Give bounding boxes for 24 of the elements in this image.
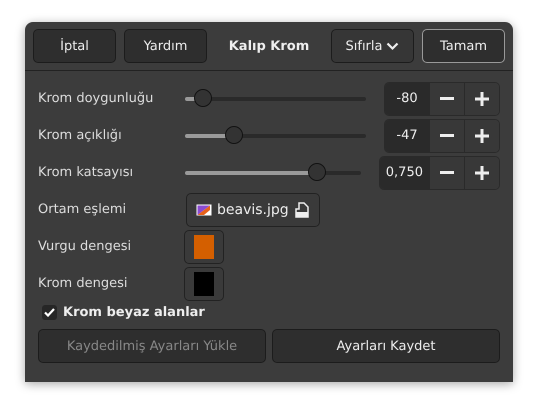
field-label: Krom katsayısı [38,165,134,180]
field-label: Krom dengesi [38,276,128,291]
ok-button[interactable]: Tamam [422,29,505,63]
field-label: Vurgu dengesi [38,239,132,254]
checkbox[interactable] [42,305,57,320]
slider-thumb[interactable] [194,88,212,106]
color-button[interactable] [184,230,224,264]
image-file-icon [196,204,212,216]
field-label: Krom açıklığı [38,128,123,143]
header-button[interactable]: Yardım [124,29,207,63]
chevron-down-icon [386,42,400,50]
dialog-title: Kalıp Krom [228,38,310,54]
header-button[interactable]: İptal [33,29,116,63]
slider-thumb[interactable] [224,126,243,144]
checkmark-icon [44,308,55,317]
slider-thumb[interactable] [308,162,326,180]
reset-dropdown[interactable]: Sıfırla [331,29,414,63]
field-label: Ortam eşlemi [38,202,128,217]
document-open-icon [294,202,310,218]
color-button[interactable] [184,266,224,300]
footer-button[interactable]: Ayarları Kaydet [272,329,500,363]
field-label: Krom doygunluğu [38,91,154,106]
file-chooser-button[interactable]: beavis.jpg [186,192,320,226]
checkbox-label: Krom beyaz alanlar [63,305,205,320]
